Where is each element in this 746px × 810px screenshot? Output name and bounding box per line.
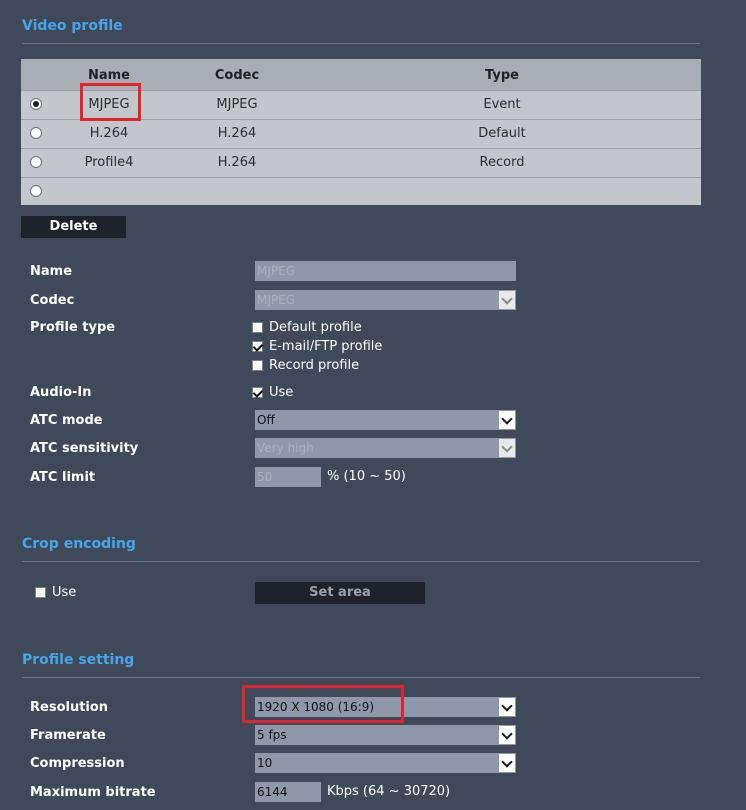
atc-mode-select-value: Off [257, 413, 275, 427]
codec-label: Codec [30, 293, 75, 308]
table-row[interactable]: H.264 H.264 Default [21, 119, 701, 148]
resolution-label: Resolution [30, 700, 109, 715]
row-radio[interactable] [30, 156, 42, 168]
delete-button[interactable]: Delete [21, 216, 126, 238]
compression-select[interactable]: 10 [255, 753, 516, 773]
codec-select-value: MJPEG [257, 293, 296, 307]
chevron-down-icon [498, 753, 516, 773]
table-row[interactable] [21, 177, 701, 205]
compression-label: Compression [30, 756, 125, 771]
email-ftp-profile-checkbox[interactable] [252, 341, 263, 352]
atc-sensitivity-select[interactable]: Very high [255, 438, 516, 458]
highlight-box [80, 83, 141, 121]
codec-select[interactable]: MJPEG [255, 290, 516, 310]
atc-mode-select[interactable]: Off [255, 410, 516, 430]
max-bitrate-input[interactable]: 6144 [255, 782, 321, 802]
name-label: Name [30, 264, 73, 279]
framerate-select[interactable]: 5 fps [255, 725, 516, 745]
row-type: Default [478, 126, 526, 141]
column-header-type: Type [485, 68, 519, 83]
highlight-box [242, 685, 404, 723]
email-ftp-profile-label: E-mail/FTP profile [269, 339, 383, 354]
atc-limit-label: ATC limit [30, 470, 96, 485]
column-header-name: Name [87, 68, 130, 83]
chevron-down-icon [498, 410, 516, 430]
audio-in-use-label: Use [269, 385, 294, 400]
table-row[interactable]: Profile4 H.264 Record [21, 148, 701, 177]
compression-select-value: 10 [257, 756, 273, 770]
name-input[interactable]: MJPEG [255, 261, 516, 281]
video-profile-title: Video profile [22, 18, 123, 34]
max-bitrate-label: Maximum bitrate [30, 785, 156, 800]
default-profile-label: Default profile [269, 320, 362, 335]
divider [22, 43, 700, 44]
column-header-codec: Codec [214, 68, 260, 83]
row-type: Event [483, 97, 521, 112]
set-area-button[interactable]: Set area [255, 582, 425, 604]
row-radio[interactable] [30, 185, 42, 197]
row-name: H.264 [89, 126, 129, 141]
row-type: Record [479, 155, 525, 170]
record-profile-checkbox[interactable] [252, 360, 263, 371]
crop-use-checkbox[interactable] [35, 587, 46, 598]
audio-in-label: Audio-In [30, 385, 92, 400]
framerate-select-value: 5 fps [257, 728, 287, 742]
profile-table: Name Codec Type MJPEG MJPEG Event H.264 … [21, 59, 701, 205]
row-codec: H.264 [217, 155, 257, 170]
profile-type-label: Profile type [30, 320, 116, 335]
audio-in-checkbox[interactable] [252, 387, 263, 398]
chevron-down-icon [498, 725, 516, 745]
atc-sensitivity-label: ATC sensitivity [30, 441, 139, 456]
record-profile-label: Record profile [269, 358, 360, 373]
atc-mode-label: ATC mode [30, 413, 103, 428]
atc-limit-input[interactable]: 50 [255, 467, 321, 487]
divider [22, 677, 700, 678]
row-radio[interactable] [30, 98, 42, 110]
crop-use-label: Use [52, 585, 77, 600]
row-radio[interactable] [30, 127, 42, 139]
crop-encoding-title: Crop encoding [22, 536, 136, 552]
chevron-down-icon [498, 697, 516, 717]
chevron-down-icon [498, 290, 516, 310]
max-bitrate-range: Kbps (64 ~ 30720) [327, 784, 451, 799]
chevron-down-icon [498, 438, 516, 458]
framerate-label: Framerate [30, 728, 106, 743]
row-codec: MJPEG [216, 97, 258, 112]
profile-setting-title: Profile setting [22, 652, 135, 668]
row-name: Profile4 [84, 155, 134, 170]
row-codec: H.264 [217, 126, 257, 141]
divider [22, 561, 700, 562]
atc-sensitivity-select-value: Very high [257, 441, 314, 455]
default-profile-checkbox[interactable] [252, 322, 263, 333]
atc-limit-range: % (10 ~ 50) [327, 469, 406, 484]
